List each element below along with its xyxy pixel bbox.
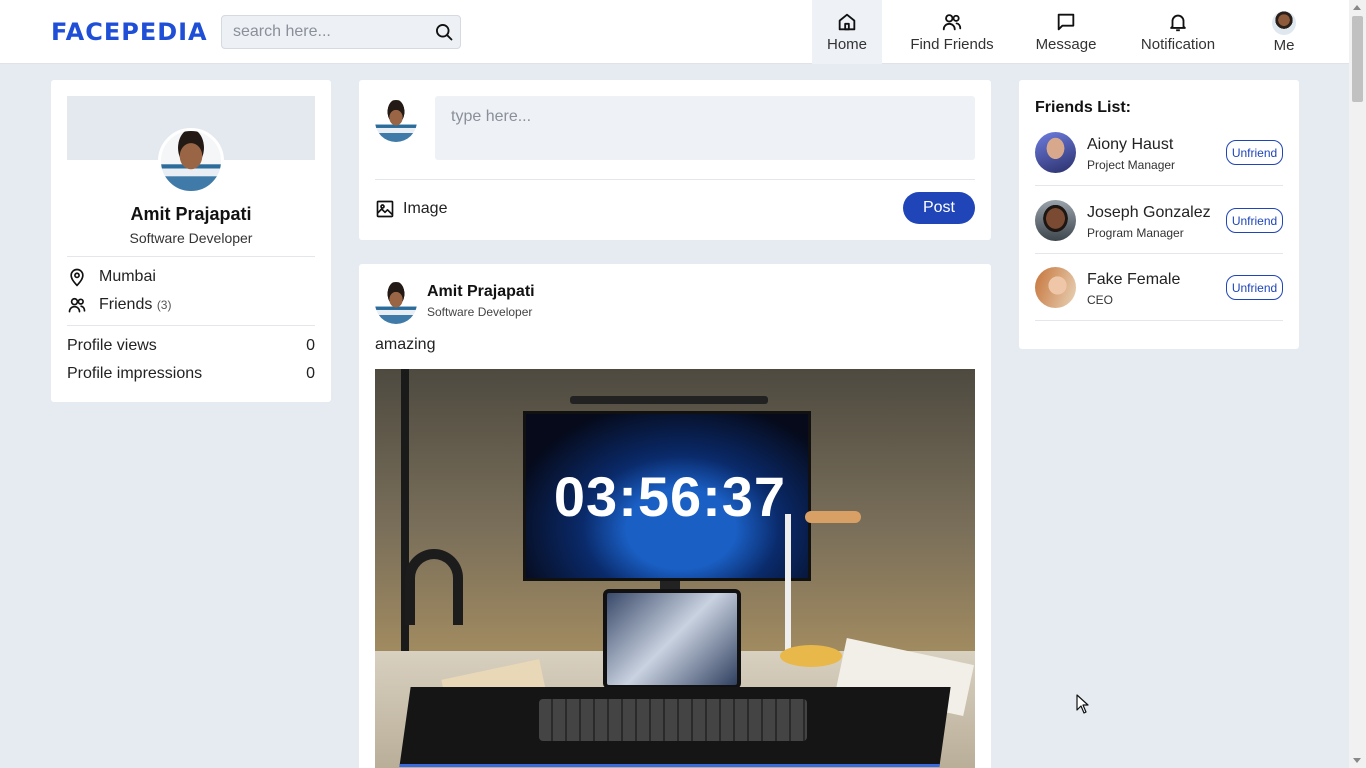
search-input[interactable]: [222, 16, 427, 48]
avatar: [1272, 10, 1296, 35]
profile-impressions-label: Profile impressions: [67, 365, 203, 382]
add-image-button[interactable]: Image: [375, 198, 447, 220]
users-icon: [942, 14, 962, 31]
image-lamp: [785, 514, 791, 654]
friends-list-title: Friends List:: [1035, 99, 1132, 116]
profile-impressions-value: 0: [306, 365, 315, 382]
profile-name[interactable]: Amit Prajapati: [51, 204, 331, 225]
nav-me[interactable]: Me: [1262, 0, 1306, 64]
scroll-thumb[interactable]: [1352, 16, 1363, 102]
post-author-avatar[interactable]: [375, 282, 417, 324]
image-light-bar: [570, 396, 768, 404]
divider: [67, 256, 315, 257]
friends-label: Friends: [99, 296, 153, 313]
scroll-up-arrow-icon[interactable]: [1353, 5, 1361, 10]
profile-role: Software Developer: [129, 230, 253, 246]
image-mic-stand: [401, 369, 409, 699]
post-image[interactable]: 03:56:37: [375, 369, 975, 768]
search-box: [221, 15, 461, 49]
friend-avatar[interactable]: [1035, 267, 1076, 308]
image-tablet: [603, 589, 741, 689]
post-author-name[interactable]: Amit Prajapati: [427, 283, 535, 301]
divider: [1035, 253, 1283, 254]
unfriend-button[interactable]: Unfriend: [1226, 208, 1283, 233]
nav-find-friends[interactable]: Find Friends: [902, 0, 1002, 64]
divider: [1035, 320, 1283, 321]
profile-views-label: Profile views: [67, 337, 157, 354]
app-logo[interactable]: FACEPEDIA: [51, 18, 208, 46]
profile-location: Mumbai: [99, 268, 156, 285]
friend-role: Project Manager: [1087, 158, 1176, 172]
image-lamp-base: [780, 645, 842, 667]
unfriend-button[interactable]: Unfriend: [1226, 140, 1283, 165]
message-icon: [1057, 13, 1075, 31]
location-pin-icon: [70, 268, 84, 287]
nav-notification[interactable]: Notification: [1130, 0, 1226, 64]
nav-find-friends-label: Find Friends: [910, 36, 994, 53]
top-navbar: FACEPEDIA Home Find Friends Message Noti…: [0, 0, 1349, 64]
post-text: amazing: [375, 336, 436, 353]
image-icon: [376, 200, 394, 218]
add-image-label: Image: [403, 200, 448, 217]
friends-list-card: Friends List: Aiony Haust Project Manage…: [1019, 80, 1299, 349]
profile-friends-link[interactable]: Friends (3): [99, 296, 171, 314]
list-item: Fake Female CEO Unfriend: [1035, 267, 1283, 335]
post-text-input[interactable]: [435, 96, 975, 160]
bell-icon: [1170, 14, 1186, 32]
avatar: [375, 100, 417, 142]
unfriend-button[interactable]: Unfriend: [1226, 275, 1283, 300]
divider: [375, 179, 975, 180]
nav-home[interactable]: Home: [812, 0, 882, 64]
divider: [1035, 185, 1283, 186]
friend-name[interactable]: Aiony Haust: [1087, 136, 1173, 154]
list-item: Aiony Haust Project Manager Unfriend: [1035, 132, 1283, 200]
image-monitor: 03:56:37: [523, 411, 811, 581]
page-scrollbar[interactable]: [1349, 0, 1366, 768]
feed-post: Amit Prajapati Software Developer amazin…: [359, 264, 991, 768]
friend-avatar[interactable]: [1035, 200, 1076, 241]
friend-role: Program Manager: [1087, 226, 1184, 240]
image-keyboard: [539, 699, 807, 741]
users-icon: [68, 297, 86, 313]
post-composer: Image Post: [359, 80, 991, 240]
image-lamp-head: [805, 511, 861, 523]
list-item: Joseph Gonzalez Program Manager Unfriend: [1035, 200, 1283, 268]
profile-avatar[interactable]: [158, 128, 224, 194]
image-clock-text: 03:56:37: [553, 465, 787, 528]
home-icon: [838, 13, 856, 31]
profile-views-value: 0: [306, 337, 315, 354]
scroll-down-arrow-icon[interactable]: [1353, 758, 1361, 763]
mouse-cursor-icon: [1076, 694, 1089, 714]
post-author-role: Software Developer: [427, 305, 533, 319]
profile-card: Amit Prajapati Software Developer Mumbai…: [51, 80, 331, 402]
friend-name[interactable]: Joseph Gonzalez: [1087, 204, 1211, 222]
nav-message-label: Message: [1035, 36, 1097, 53]
friend-name[interactable]: Fake Female: [1087, 271, 1180, 289]
friend-avatar[interactable]: [1035, 132, 1076, 173]
divider: [67, 325, 315, 326]
nav-me-label: Me: [1273, 36, 1295, 54]
nav-notification-label: Notification: [1140, 36, 1216, 53]
post-button[interactable]: Post: [903, 192, 975, 224]
image-headphones: [405, 549, 463, 625]
search-icon[interactable]: [434, 22, 454, 42]
nav-message[interactable]: Message: [1026, 0, 1106, 64]
friend-role: CEO: [1087, 293, 1114, 307]
friends-count: (3): [156, 298, 172, 312]
nav-home-label: Home: [826, 36, 867, 53]
